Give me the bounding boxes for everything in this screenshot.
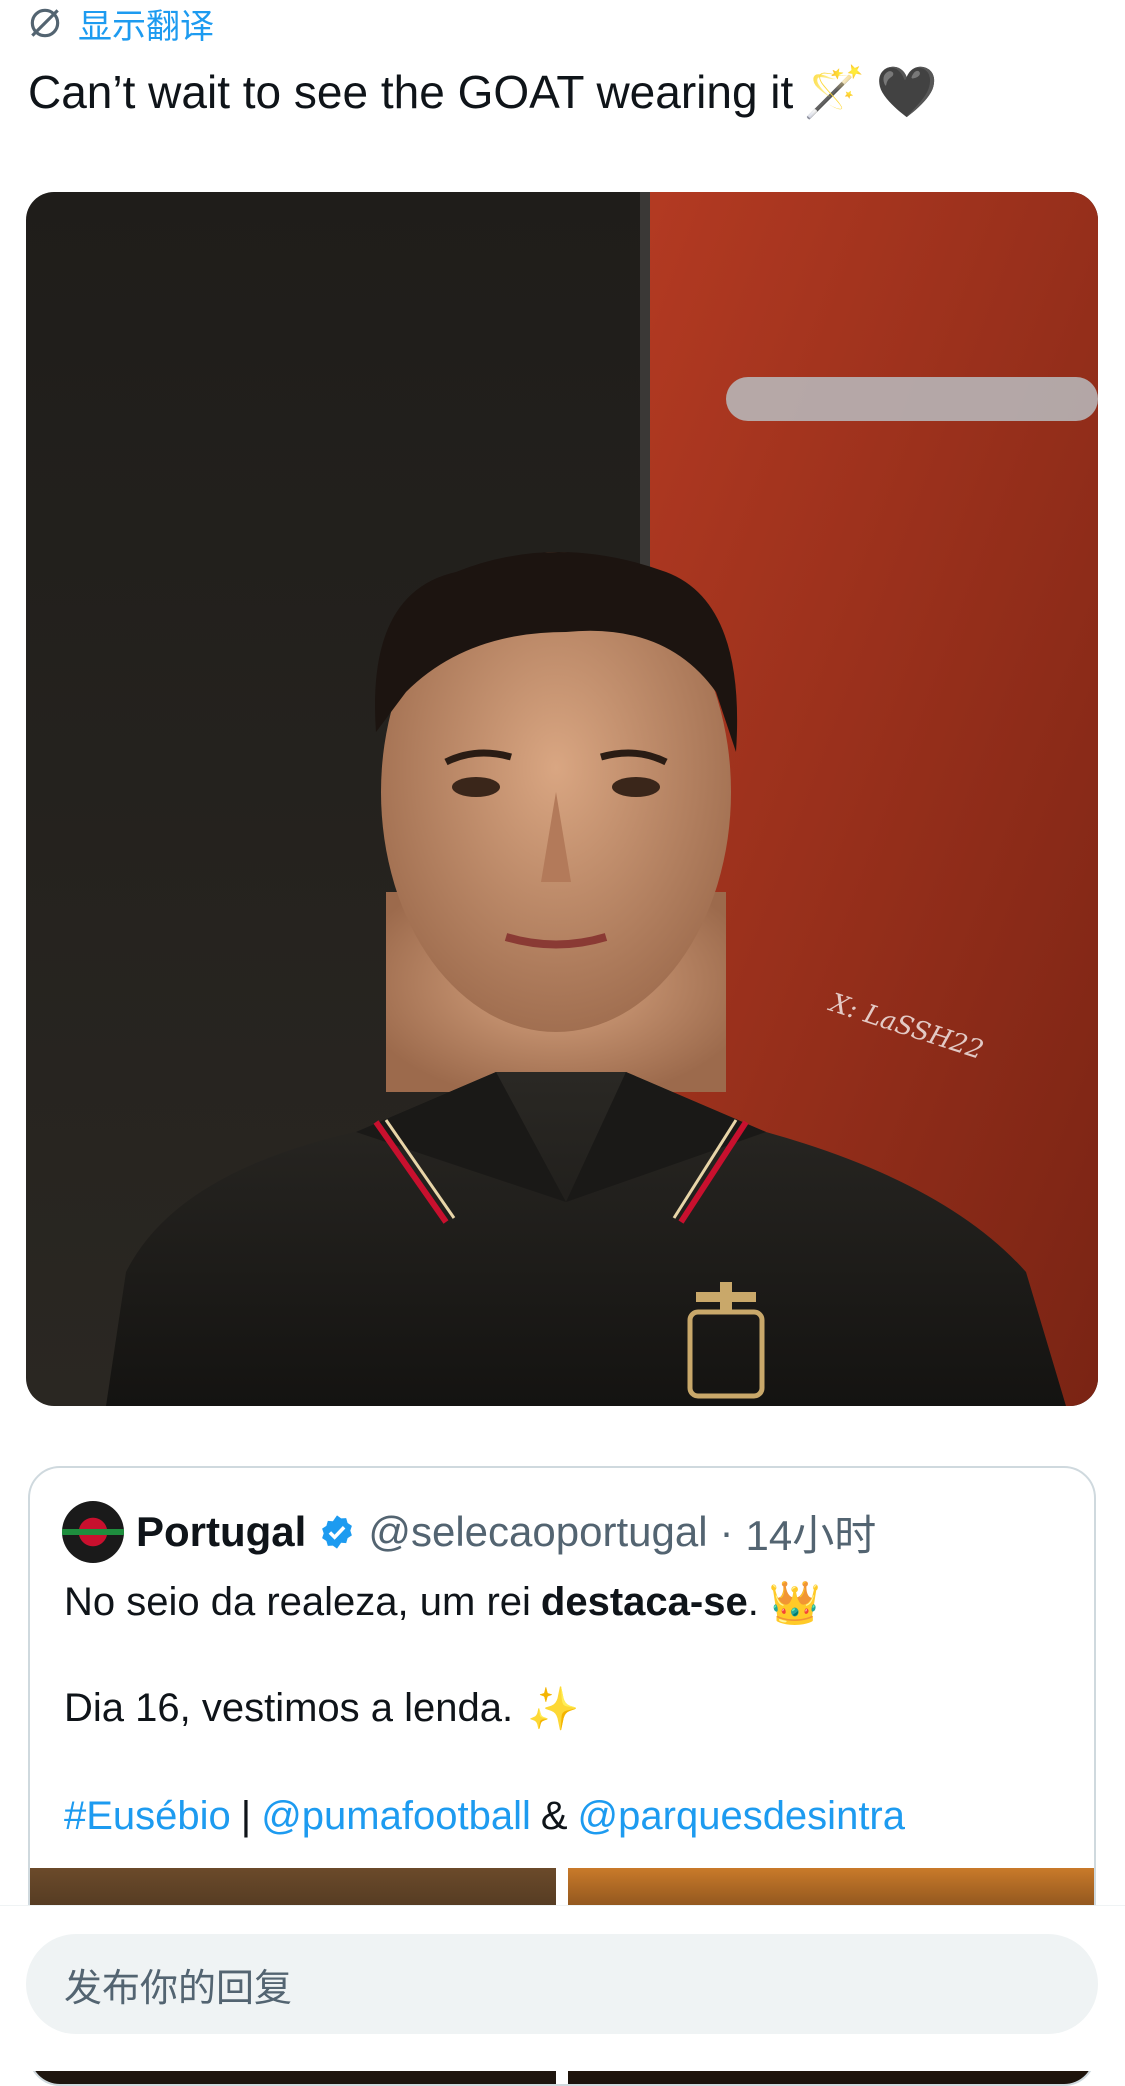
tweet-text: Can’t wait to see the GOAT wearing it 🪄 … [28, 60, 1097, 124]
separator-dot: · [719, 1508, 734, 1555]
quoted-tweet-header: Portugal @selecaoportugal · 14小时 [62, 1500, 876, 1564]
magic-wand-emoji: 🪄 [803, 64, 866, 120]
reply-placeholder: 发布你的回复 [64, 1967, 293, 2010]
quoted-timestamp[interactable]: 14小时 [746, 1502, 877, 1563]
player-photo-illustration [26, 192, 1098, 1406]
quoted-author-name[interactable]: Portugal [136, 1508, 306, 1556]
hashtag-link[interactable]: #Eusébio [64, 1794, 231, 1839]
mention-pumafootball-link[interactable]: @pumafootball [261, 1794, 531, 1839]
quoted-text-line-1: No seio da realeza, um rei destaca-se. 👑 [64, 1580, 821, 1625]
sparkles-emoji: ✨ [527, 1684, 580, 1732]
verified-badge-icon [322, 1515, 353, 1549]
reply-bar: 发布你的回复 [0, 1905, 1125, 2071]
ampersand: & [540, 1794, 568, 1838]
quoted-text-period: . [747, 1580, 759, 1624]
quoted-text-prefix: No seio da realeza, um rei [64, 1580, 531, 1624]
tweet-photo[interactable]: X: LaSSH22 [26, 192, 1098, 1406]
quoted-text-line-3: #Eusébio | @pumafootball & @parquesdesin… [64, 1794, 905, 1839]
quoted-text-line-2: Dia 16, vestimos a lenda. ✨ [64, 1686, 579, 1731]
show-translation-label: 显示翻译 [78, 7, 214, 46]
mention-parquesdesintra-link[interactable]: @parquesdesintra [578, 1794, 905, 1839]
pipe-separator: | [240, 1794, 252, 1838]
quoted-text-bold: destaca-se [540, 1580, 748, 1624]
avatar[interactable] [62, 1501, 124, 1563]
tweet-body: Can’t wait to see the GOAT wearing it [28, 66, 794, 118]
crown-emoji: 👑 [768, 1578, 822, 1626]
quoted-author-handle[interactable]: @selecaoportugal [368, 1508, 707, 1556]
black-heart-emoji: 🖤 [875, 64, 938, 120]
reply-input[interactable]: 发布你的回复 [26, 1934, 1098, 2034]
quoted-text-line-2-text: Dia 16, vestimos a lenda. [64, 1686, 514, 1730]
translate-icon [30, 8, 60, 38]
show-translation-link[interactable]: 显示翻译 [26, 0, 214, 46]
